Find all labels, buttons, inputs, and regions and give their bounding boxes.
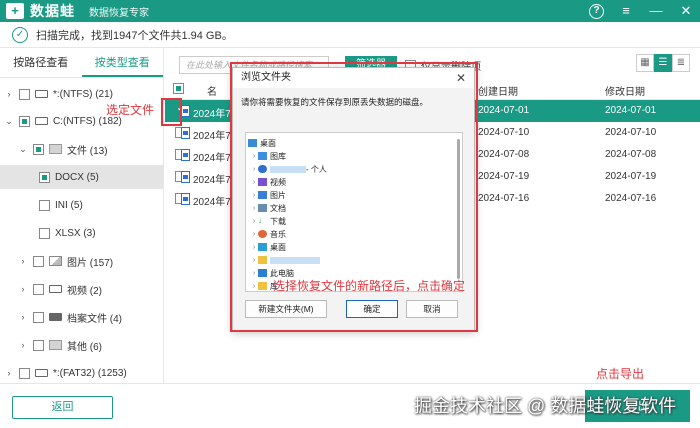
tree-item-ini[interactable]: INI (5) bbox=[34, 193, 162, 217]
tree-item-label: DOCX (5) bbox=[55, 171, 99, 183]
app-subtitle: 数据恢复专家 bbox=[89, 7, 149, 19]
docx-file-icon bbox=[181, 105, 190, 117]
drive-icon bbox=[35, 369, 48, 377]
tree-item-label: 档案文件 (4) bbox=[67, 313, 122, 325]
select-file-highlight bbox=[161, 98, 182, 126]
chevron-right-icon[interactable]: › bbox=[4, 368, 14, 378]
tree-checkbox[interactable] bbox=[19, 367, 30, 379]
docx-file-icon bbox=[181, 149, 190, 161]
menu-icon[interactable]: ≡ bbox=[618, 2, 634, 20]
tree-item-label: 文件 (13) bbox=[67, 145, 108, 157]
view-tabs: 按路径查看 按类型查看 bbox=[0, 48, 163, 78]
tree-checkbox[interactable] bbox=[39, 227, 50, 239]
chevron-right-icon[interactable]: › bbox=[18, 312, 28, 322]
logo-icon: + bbox=[6, 3, 24, 19]
scan-status-text: 扫描完成，找到1947个文件共1.94 GB。 bbox=[36, 29, 233, 42]
row-created: 2024-07-08 bbox=[478, 149, 530, 160]
left-panel: 按路径查看 按类型查看 › *:(NTFS) (21) ⌄ C:(NTFS) (… bbox=[0, 48, 164, 383]
tab-by-path[interactable]: 按路径查看 bbox=[0, 48, 82, 77]
tree-item-images[interactable]: › 图片 (157) bbox=[18, 249, 162, 273]
app-logo: + 数据蛙 bbox=[6, 1, 75, 21]
check-circle-icon: ✓ bbox=[12, 26, 28, 43]
column-name[interactable]: 名 bbox=[207, 83, 217, 98]
archive-icon bbox=[49, 313, 62, 321]
chevron-right-icon[interactable]: › bbox=[4, 89, 14, 99]
column-created[interactable]: 创建日期 bbox=[478, 83, 518, 98]
tree-checkbox[interactable] bbox=[39, 171, 50, 183]
chevron-down-icon[interactable]: ⌄ bbox=[18, 144, 28, 155]
chevron-right-icon[interactable]: › bbox=[18, 340, 28, 350]
row-modified: 2024-07-19 bbox=[605, 171, 657, 182]
select-file-annotation: 选定文件 bbox=[106, 103, 155, 117]
row-modified: 2024-07-01 bbox=[605, 105, 657, 116]
tree-checkbox[interactable] bbox=[19, 88, 30, 100]
tree-checkbox[interactable] bbox=[33, 311, 44, 323]
tree-item-archives[interactable]: › 档案文件 (4) bbox=[18, 305, 162, 329]
video-icon bbox=[49, 285, 62, 293]
row-modified: 2024-07-16 bbox=[605, 193, 657, 204]
row-modified: 2024-07-10 bbox=[605, 127, 657, 138]
tree-item-documents[interactable]: ⌄ 文件 (13) bbox=[18, 137, 162, 161]
chevron-right-icon[interactable]: › bbox=[18, 284, 28, 294]
docx-file-icon bbox=[181, 171, 190, 183]
folder-icon bbox=[49, 144, 62, 154]
drive-icon bbox=[35, 90, 48, 98]
image-icon bbox=[49, 256, 62, 266]
tree-item-fat32-drive[interactable]: › *:(FAT32) (1253) bbox=[4, 361, 162, 385]
tree-item-videos[interactable]: › 视频 (2) bbox=[18, 277, 162, 301]
folder-icon bbox=[49, 340, 62, 350]
chevron-right-icon[interactable]: › bbox=[18, 256, 28, 266]
watermark-text: 掘金技术社区 @ 数据蛙恢复软件 bbox=[414, 396, 677, 416]
chevron-down-icon[interactable]: ⌄ bbox=[4, 116, 14, 127]
row-modified: 2024-07-08 bbox=[605, 149, 657, 160]
grid-view-icon[interactable]: ▦ bbox=[636, 54, 654, 72]
tree-checkbox[interactable] bbox=[33, 255, 44, 267]
minimize-icon[interactable]: — bbox=[648, 2, 664, 20]
tree-item-label: INI (5) bbox=[55, 199, 83, 211]
app-name: 数据蛙 bbox=[30, 3, 75, 19]
tree-checkbox[interactable] bbox=[39, 199, 50, 211]
tree-checkbox[interactable] bbox=[33, 143, 44, 155]
title-bar: + 数据蛙 数据恢复专家 ? ≡ — ✕ bbox=[0, 0, 700, 22]
window-controls: ? ≡ — ✕ bbox=[589, 2, 694, 20]
tree-item-other[interactable]: › 其他 (6) bbox=[18, 333, 162, 357]
tree-item-docx[interactable]: DOCX (5) bbox=[0, 165, 163, 189]
select-all-checkbox[interactable] bbox=[173, 83, 184, 94]
choose-path-annotation: 选择恢复文件的新路径后，点击确定 bbox=[273, 279, 466, 293]
column-modified[interactable]: 修改日期 bbox=[605, 83, 645, 98]
drive-icon bbox=[35, 117, 48, 125]
tree-checkbox[interactable] bbox=[33, 283, 44, 295]
docx-file-icon bbox=[181, 193, 190, 205]
tree-item-label: 其他 (6) bbox=[67, 341, 102, 353]
tree-item-label: XLSX (3) bbox=[55, 227, 96, 239]
view-mode-switch: ▦ ☰ ≣ bbox=[636, 54, 690, 72]
scan-status-bar: ✓ 扫描完成，找到1947个文件共1.94 GB。 bbox=[0, 22, 700, 48]
tree-item-xlsx[interactable]: XLSX (3) bbox=[34, 221, 162, 245]
row-created: 2024-07-19 bbox=[478, 171, 530, 182]
list-view-icon[interactable]: ☰ bbox=[654, 54, 672, 72]
tree-item-label: *:(NTFS) (21) bbox=[53, 88, 113, 100]
close-icon[interactable]: ✕ bbox=[678, 2, 694, 20]
row-created: 2024-07-16 bbox=[478, 193, 530, 204]
row-created: 2024-07-01 bbox=[478, 105, 530, 116]
tree-checkbox[interactable] bbox=[33, 339, 44, 351]
tree-checkbox[interactable] bbox=[19, 115, 30, 127]
back-button[interactable]: 返回 bbox=[12, 396, 113, 419]
tree-item-label: 视频 (2) bbox=[67, 285, 102, 297]
help-icon[interactable]: ? bbox=[589, 3, 604, 19]
docx-file-icon bbox=[181, 127, 190, 139]
tab-by-type[interactable]: 按类型查看 bbox=[81, 48, 163, 77]
tree-item-label: 图片 (157) bbox=[67, 257, 114, 269]
detail-view-icon[interactable]: ≣ bbox=[672, 54, 690, 72]
click-export-annotation: 点击导出 bbox=[596, 367, 645, 381]
tree-item-label: *:(FAT32) (1253) bbox=[53, 367, 127, 379]
row-created: 2024-07-10 bbox=[478, 127, 530, 138]
